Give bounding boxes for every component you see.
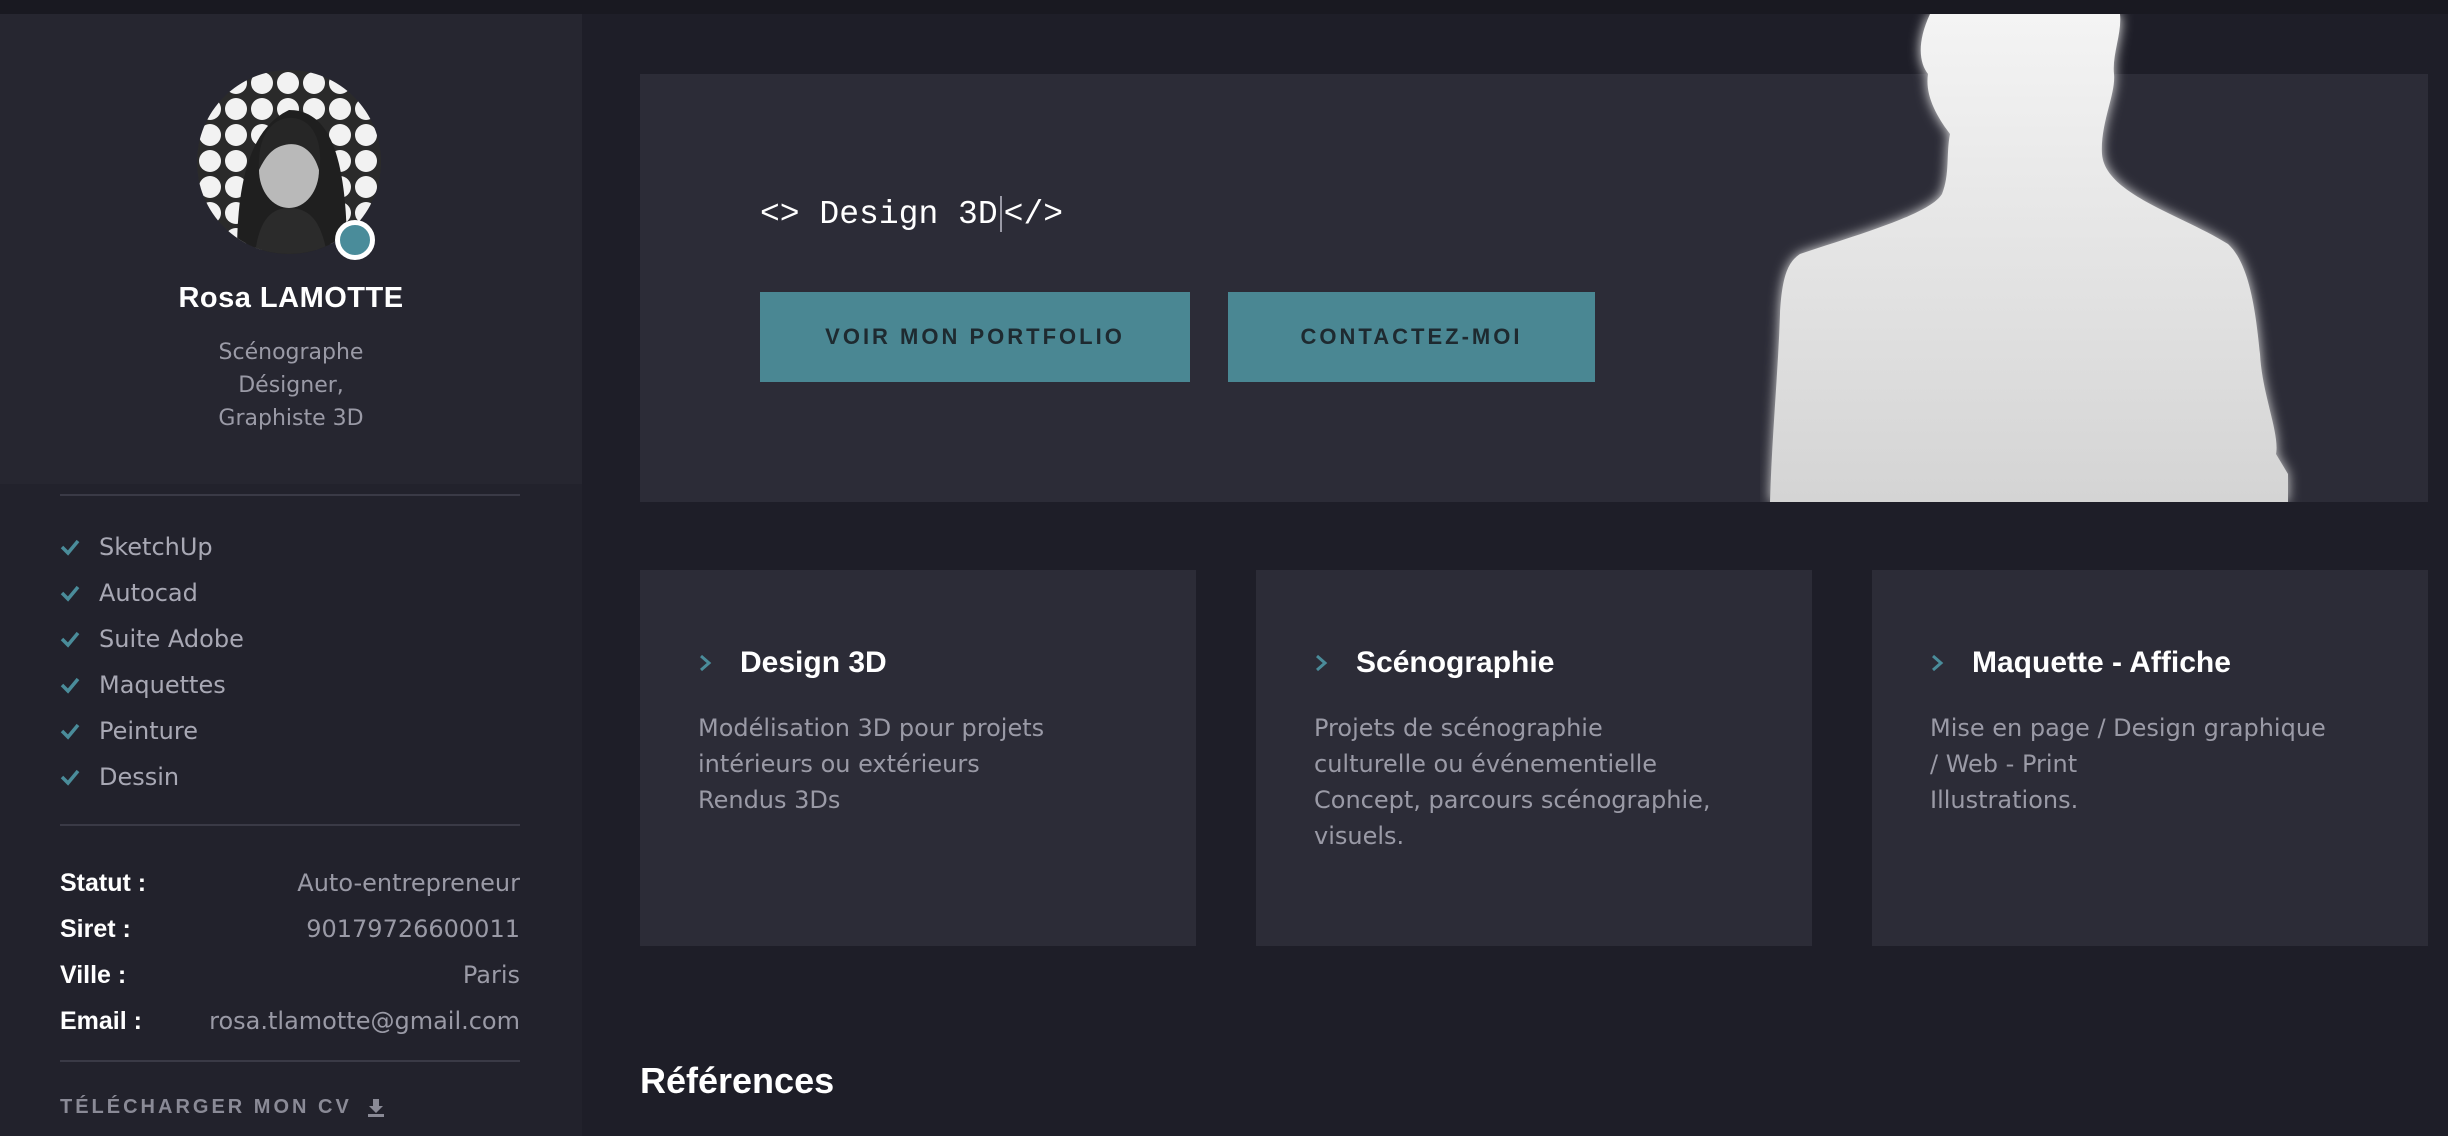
check-icon <box>60 723 80 740</box>
info-key: Siret : <box>60 914 131 943</box>
card-description: Modélisation 3D pour projets intérieurs … <box>698 714 1045 814</box>
profile-roles: Scénographe Désigner, Graphiste 3D <box>0 336 582 435</box>
card-header: Design 3D <box>698 646 887 680</box>
profile-role: Scénographe <box>218 340 364 365</box>
profile-role: Désigner, <box>238 373 344 398</box>
contact-button[interactable]: CONTACTEZ-MOI <box>1228 292 1595 382</box>
download-cv-label: TÉLÉCHARGER MON CV <box>60 1096 352 1118</box>
portfolio-button[interactable]: VOIR MON PORTFOLIO <box>760 292 1190 382</box>
card-title: Scénographie <box>1356 646 1555 679</box>
info-value: Paris <box>462 961 520 989</box>
profile-card: Rosa LAMOTTE Scénographe Désigner, Graph… <box>0 14 582 484</box>
info-key: Ville : <box>60 960 127 989</box>
hero-typed-title: <> Design 3D </> <box>760 196 1063 233</box>
skill-label: SketchUp <box>99 533 213 561</box>
check-icon <box>60 539 80 556</box>
person-silhouette-image <box>1770 14 2288 502</box>
profile-role: Graphiste 3D <box>218 406 364 431</box>
skills-list: SketchUp Autocad Suite Adobe Maquettes P… <box>60 524 520 800</box>
skill-item: SketchUp <box>60 524 520 570</box>
typed-text: Design 3D <box>819 196 998 233</box>
avatar[interactable] <box>197 70 381 260</box>
sidebar-divider <box>60 494 520 496</box>
download-icon <box>367 1098 384 1117</box>
service-card-maquette-affiche: Maquette - Affiche Mise en page / Design… <box>1872 570 2428 946</box>
service-card-design-3d: Design 3D Modélisation 3D pour projets i… <box>640 570 1196 946</box>
info-row-city: Ville : Paris <box>60 952 520 998</box>
skill-label: Autocad <box>99 579 198 607</box>
skill-label: Suite Adobe <box>99 625 244 653</box>
skill-item: Dessin <box>60 754 520 800</box>
service-card-scenographie: Scénographie Projets de scénographie cul… <box>1256 570 1812 946</box>
chevron-right-icon <box>700 654 712 672</box>
card-header: Maquette - Affiche <box>1930 646 2231 680</box>
chevron-right-icon <box>1316 654 1328 672</box>
sidebar-divider <box>60 1060 520 1062</box>
chevron-right-icon <box>1932 654 1944 672</box>
info-value: 90179726600011 <box>306 915 520 943</box>
check-icon <box>60 631 80 648</box>
info-row-email: Email : rosa.tlamotte@gmail.com <box>60 998 520 1044</box>
skill-label: Maquettes <box>99 671 226 699</box>
skill-item: Autocad <box>60 570 520 616</box>
card-description: Projets de scénographie culturelle ou év… <box>1314 714 1711 850</box>
download-cv-link[interactable]: TÉLÉCHARGER MON CV <box>60 1096 386 1119</box>
skill-label: Dessin <box>99 763 180 791</box>
card-title: Maquette - Affiche <box>1972 646 2231 679</box>
skill-item: Maquettes <box>60 662 520 708</box>
check-icon <box>60 677 80 694</box>
info-key: Email : <box>60 1006 142 1035</box>
info-value: Auto-entrepreneur <box>297 869 520 897</box>
sidebar-divider <box>60 824 520 826</box>
references-heading: Références <box>640 1060 835 1101</box>
check-icon <box>60 585 80 602</box>
email-link[interactable]: rosa.tlamotte@gmail.com <box>209 1007 520 1035</box>
info-row-status: Statut : Auto-entrepreneur <box>60 860 520 906</box>
info-list: Statut : Auto-entrepreneur Siret : 90179… <box>60 860 520 1044</box>
card-title: Design 3D <box>740 646 887 679</box>
online-status-dot <box>335 220 375 260</box>
check-icon <box>60 769 80 786</box>
skill-item: Suite Adobe <box>60 616 520 662</box>
skill-label: Peinture <box>99 717 198 745</box>
top-bar <box>0 0 2448 14</box>
open-tag: <> <box>760 196 820 233</box>
sidebar: Rosa LAMOTTE Scénographe Désigner, Graph… <box>0 14 582 1136</box>
info-key: Statut : <box>60 868 147 897</box>
card-header: Scénographie <box>1314 646 1554 680</box>
typing-cursor <box>999 196 1002 233</box>
skill-item: Peinture <box>60 708 520 754</box>
info-row-siret: Siret : 90179726600011 <box>60 906 520 952</box>
profile-name: Rosa LAMOTTE <box>178 282 404 314</box>
close-tag: </> <box>1003 196 1064 233</box>
card-description: Mise en page / Design graphique / Web - … <box>1930 714 2326 814</box>
